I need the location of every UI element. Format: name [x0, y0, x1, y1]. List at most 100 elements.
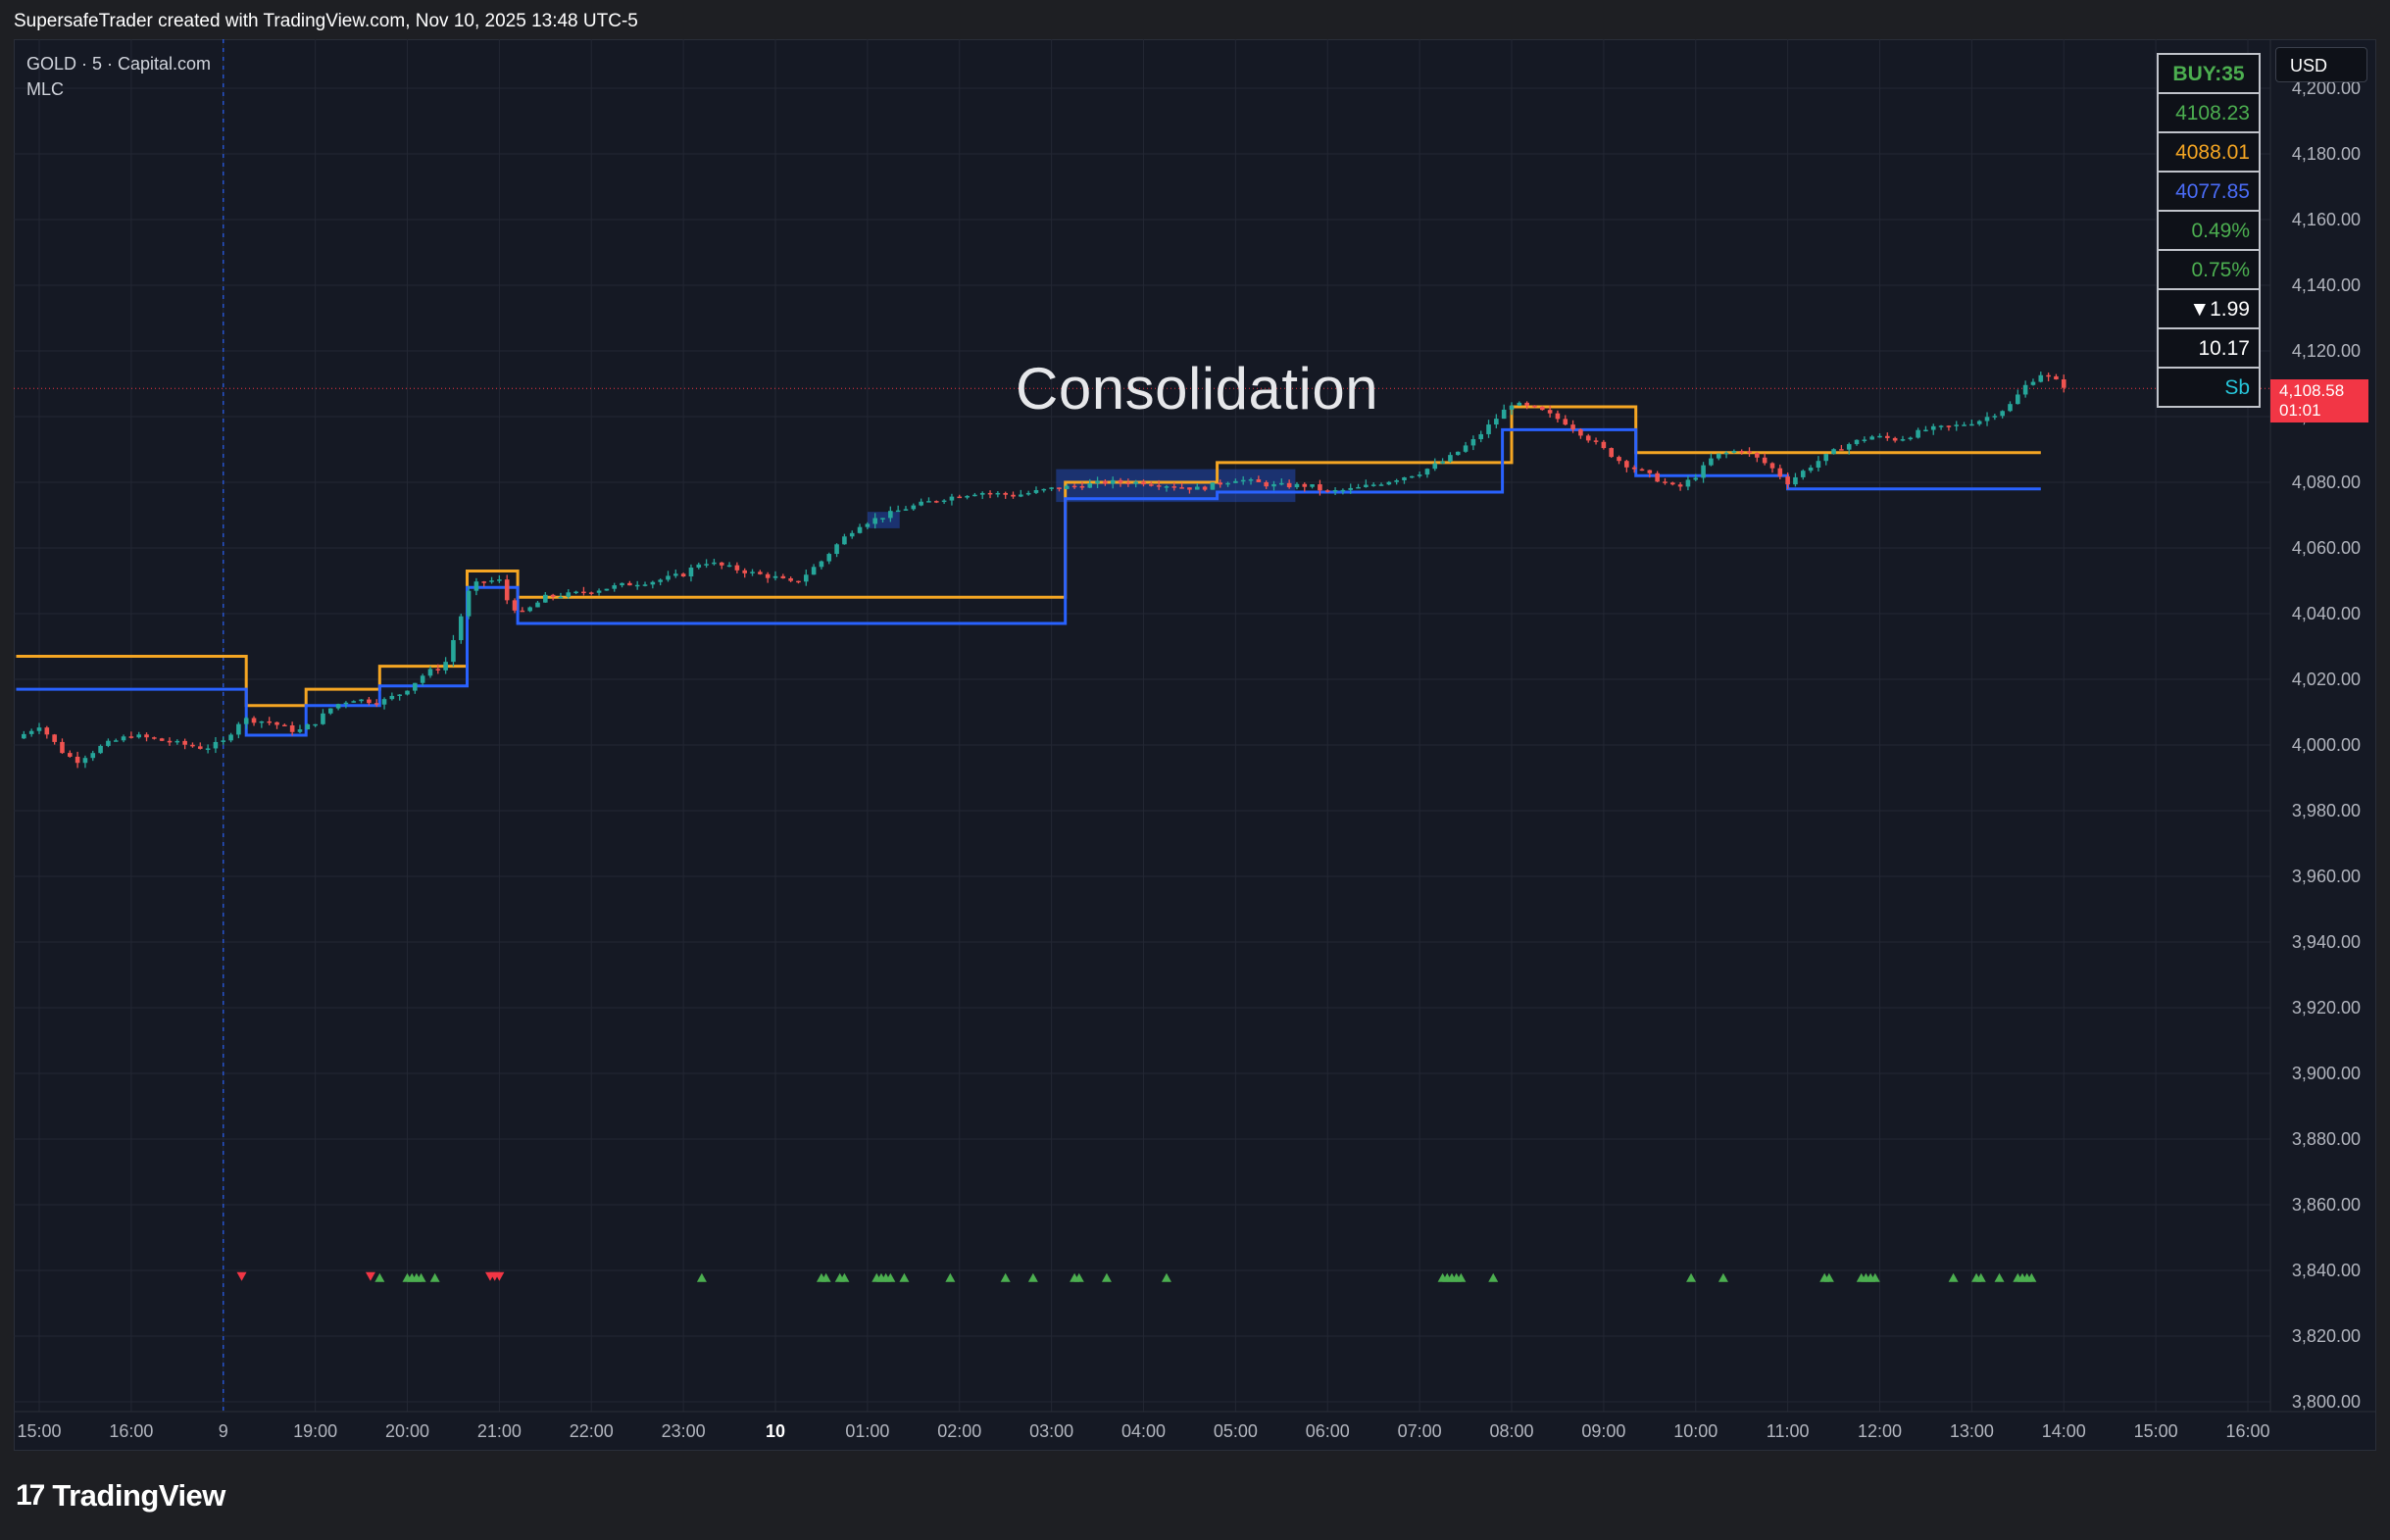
candle-bull: [688, 568, 694, 577]
last-price-label: 4,108.58 01:01: [2270, 379, 2368, 422]
price-axis-label[interactable]: 3,820.00: [2292, 1326, 2361, 1346]
indicator-name[interactable]: MLC: [26, 76, 211, 102]
candle-bull: [911, 505, 917, 510]
candle-bull: [359, 699, 364, 702]
candle-bull: [1846, 444, 1852, 450]
price-chart[interactable]: 4,200.004,180.004,160.004,140.004,120.00…: [0, 0, 2390, 1540]
candle-bull: [1930, 425, 1936, 430]
price-axis-label[interactable]: 4,140.00: [2292, 275, 2361, 295]
time-axis-label[interactable]: 08:00: [1489, 1421, 1533, 1441]
candle-bear: [581, 591, 586, 594]
time-axis-label[interactable]: 03:00: [1029, 1421, 1073, 1441]
candle-bull: [2016, 394, 2020, 405]
candle-bear: [1624, 461, 1629, 468]
time-axis-label[interactable]: 01:00: [845, 1421, 889, 1441]
price-axis-label[interactable]: 3,940.00: [2292, 932, 2361, 952]
candle-bear: [758, 571, 763, 574]
price-axis-label[interactable]: 3,860.00: [2292, 1195, 2361, 1215]
consolidation-zone: [867, 512, 900, 528]
candle-bull: [1716, 453, 1721, 459]
price-axis-label[interactable]: 4,180.00: [2292, 144, 2361, 164]
time-axis-label[interactable]: 16:00: [109, 1421, 153, 1441]
candle-bull: [750, 571, 755, 573]
candle-bull: [1470, 439, 1476, 446]
time-axis-label[interactable]: 02:00: [937, 1421, 981, 1441]
time-axis-label[interactable]: 12:00: [1858, 1421, 1902, 1441]
time-axis-label[interactable]: 23:00: [662, 1421, 706, 1441]
price-axis-label[interactable]: 3,960.00: [2292, 867, 2361, 886]
time-axis-label[interactable]: 22:00: [570, 1421, 614, 1441]
candle-bear: [1264, 481, 1269, 487]
price-axis-label[interactable]: 4,020.00: [2292, 670, 2361, 689]
price-axis-label[interactable]: 3,840.00: [2292, 1261, 2361, 1280]
candle-bull: [443, 662, 448, 671]
buy-signal-marker: [1948, 1272, 1959, 1282]
candle-bull: [1793, 476, 1798, 485]
candle-bull: [259, 720, 265, 723]
candle-bull: [1808, 468, 1814, 472]
candle-bull: [1294, 483, 1300, 488]
symbol-legend[interactable]: GOLD · 5 · Capital.com MLC: [26, 51, 211, 102]
candle-bull: [1440, 461, 1445, 464]
info-row-2: 4088.01: [2159, 133, 2259, 173]
time-axis-label[interactable]: 11:00: [1767, 1421, 1810, 1441]
candle-bull: [2008, 404, 2013, 412]
candle-bear: [987, 492, 993, 495]
price-axis-label[interactable]: 3,880.00: [2292, 1129, 2361, 1149]
time-axis-label[interactable]: 14:00: [2042, 1421, 2086, 1441]
candle-bull: [704, 564, 709, 566]
time-axis-label[interactable]: 09:00: [1581, 1421, 1625, 1441]
price-axis-label[interactable]: 4,120.00: [2292, 341, 2361, 361]
candle-bull: [535, 602, 540, 608]
candle-bull: [2038, 374, 2044, 382]
candle-bear: [167, 740, 173, 743]
time-axis-label[interactable]: 07:00: [1398, 1421, 1442, 1441]
candle-bull: [1417, 474, 1422, 476]
time-axis-label[interactable]: 05:00: [1214, 1421, 1258, 1441]
time-axis-label[interactable]: 15:00: [2134, 1421, 2178, 1441]
candle-bear: [1324, 490, 1330, 492]
candle-bull: [658, 579, 663, 582]
candle-bull: [604, 588, 610, 591]
tradingview-logo[interactable]: 17 TradingView: [16, 1478, 225, 1514]
candle-bear: [1187, 487, 1192, 490]
time-axis-label[interactable]: 16:00: [2225, 1421, 2269, 1441]
time-axis-label[interactable]: 21:00: [477, 1421, 522, 1441]
candle-bear: [1286, 482, 1292, 488]
time-axis-label[interactable]: 10: [766, 1421, 785, 1441]
price-axis-label[interactable]: 3,800.00: [2292, 1392, 2361, 1412]
price-axis-label[interactable]: 3,980.00: [2292, 801, 2361, 820]
candle-bull: [213, 741, 219, 749]
time-axis-label[interactable]: 06:00: [1306, 1421, 1350, 1441]
candle-bull: [1709, 458, 1714, 466]
time-axis-label[interactable]: 13:00: [1950, 1421, 1994, 1441]
time-axis-label[interactable]: 20:00: [385, 1421, 429, 1441]
consolidation-annotation: Consolidation: [1016, 356, 1379, 422]
candle-bear: [1539, 406, 1545, 411]
price-axis-label[interactable]: 4,160.00: [2292, 210, 2361, 229]
candle-bear: [1524, 402, 1529, 406]
currency-button[interactable]: USD: [2275, 47, 2367, 82]
candle-bear: [1593, 440, 1599, 442]
time-axis-label[interactable]: 15:00: [17, 1421, 61, 1441]
candle-bear: [1256, 479, 1262, 482]
candle-bull: [1685, 479, 1691, 487]
price-axis-label[interactable]: 4,000.00: [2292, 735, 2361, 755]
time-axis-label[interactable]: 10:00: [1673, 1421, 1718, 1441]
candle-bull: [28, 730, 34, 734]
symbol-title[interactable]: GOLD · 5 · Capital.com: [26, 51, 211, 76]
candle-bear: [1769, 463, 1775, 469]
time-axis-label[interactable]: 19:00: [293, 1421, 337, 1441]
price-axis-label[interactable]: 4,040.00: [2292, 604, 2361, 623]
candle-bear: [734, 565, 740, 571]
candle-bear: [2046, 374, 2051, 377]
price-axis-label[interactable]: 4,080.00: [2292, 472, 2361, 492]
candle-bull: [473, 581, 479, 591]
price-axis-label[interactable]: 4,060.00: [2292, 538, 2361, 558]
price-axis-label[interactable]: 3,920.00: [2292, 998, 2361, 1018]
candle-bear: [481, 581, 487, 583]
candle-bull: [1310, 484, 1315, 487]
price-axis-label[interactable]: 3,900.00: [2292, 1064, 2361, 1083]
time-axis-label[interactable]: 04:00: [1121, 1421, 1166, 1441]
time-axis-label[interactable]: 9: [219, 1421, 228, 1441]
